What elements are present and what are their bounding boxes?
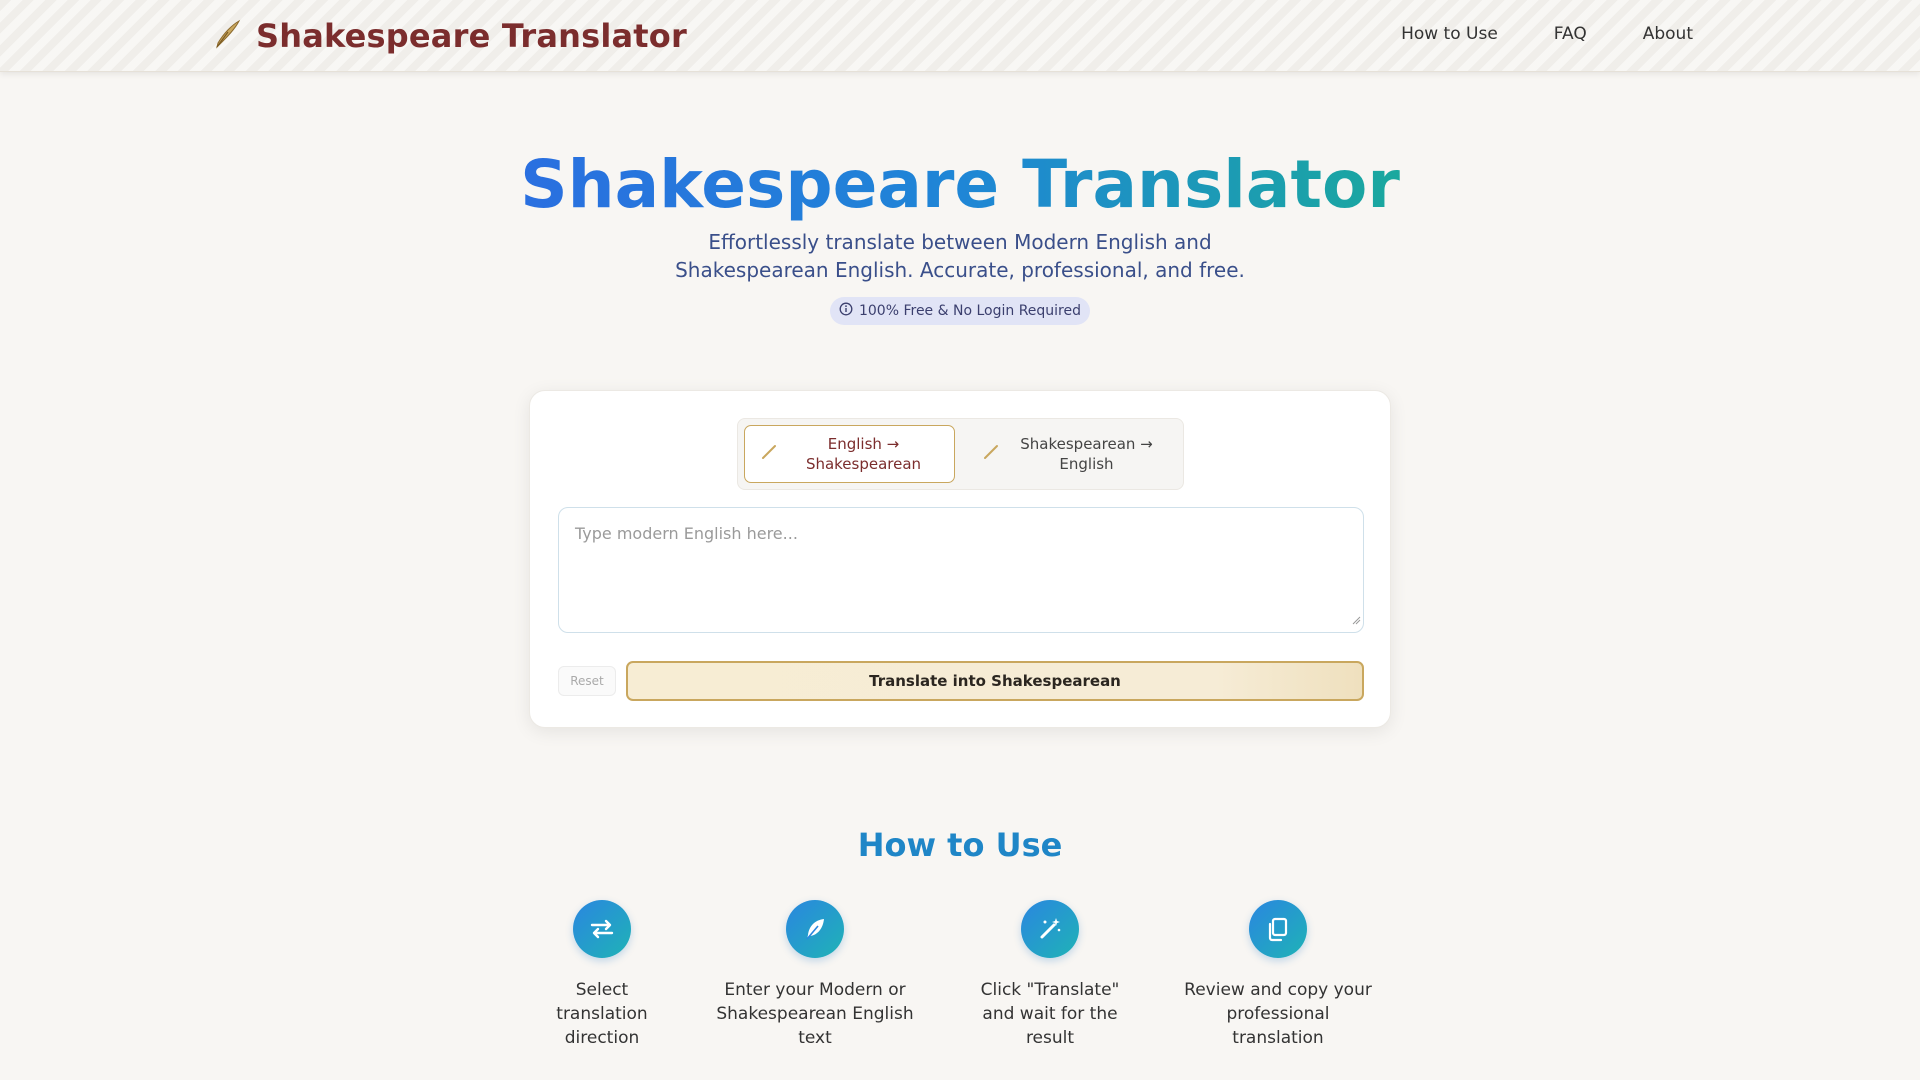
resize-handle-icon[interactable] (1351, 612, 1361, 630)
translator-card: English → Shakespearean Shakespearean → … (529, 390, 1391, 728)
magic-wand-icon (1021, 900, 1079, 958)
mode-shakespearean-to-english[interactable]: Shakespearean → English (967, 425, 1178, 483)
translate-button[interactable]: Translate into Shakespearean (626, 661, 1364, 701)
mode-english-to-shakespearean[interactable]: English → Shakespearean (744, 425, 955, 483)
input-wrapper (558, 507, 1364, 633)
step-4: Review and copy your professional transl… (1183, 900, 1373, 1050)
main-nav: How to Use FAQ About (1401, 24, 1693, 44)
step-2: Enter your Modern or Shakespearean Engli… (715, 900, 915, 1050)
quill-icon (983, 444, 999, 465)
step-text: Enter your Modern or Shakespearean Engli… (716, 980, 914, 1048)
source-text-input[interactable] (559, 508, 1363, 632)
mode-label: Shakespearean → English (1020, 435, 1153, 473)
step-text: Review and copy your professional transl… (1184, 980, 1372, 1048)
step-3: Click "Translate" and wait for the resul… (975, 900, 1125, 1050)
step-text: Select translation direction (556, 980, 648, 1048)
reset-button[interactable]: Reset (558, 666, 616, 696)
nav-faq[interactable]: FAQ (1554, 24, 1587, 44)
badge-text: 100% Free & No Login Required (858, 303, 1082, 319)
free-badge: 100% Free & No Login Required (830, 297, 1090, 325)
mode-label: English → Shakespearean (805, 435, 922, 473)
swap-arrows-icon (573, 900, 631, 958)
nav-about[interactable]: About (1643, 24, 1693, 44)
info-icon (839, 302, 853, 320)
page-subtitle: Effortlessly translate between Modern En… (675, 230, 1245, 282)
copy-icon (1249, 900, 1307, 958)
nav-how-to-use[interactable]: How to Use (1401, 24, 1498, 44)
direction-toggle: English → Shakespearean Shakespearean → … (737, 418, 1184, 490)
quill-icon (761, 444, 777, 465)
feather-icon (786, 900, 844, 958)
brand-title: Shakespeare Translator (256, 17, 687, 55)
step-1: Select translation direction (542, 900, 662, 1050)
site-header: Shakespeare Translator How to Use FAQ Ab… (0, 0, 1920, 72)
brand-logo[interactable]: Shakespeare Translator (212, 14, 687, 58)
step-text: Click "Translate" and wait for the resul… (980, 980, 1120, 1048)
how-to-use-title: How to Use (857, 826, 1063, 864)
quill-icon (212, 19, 242, 54)
page-title: Shakespeare Translator (520, 146, 1400, 223)
